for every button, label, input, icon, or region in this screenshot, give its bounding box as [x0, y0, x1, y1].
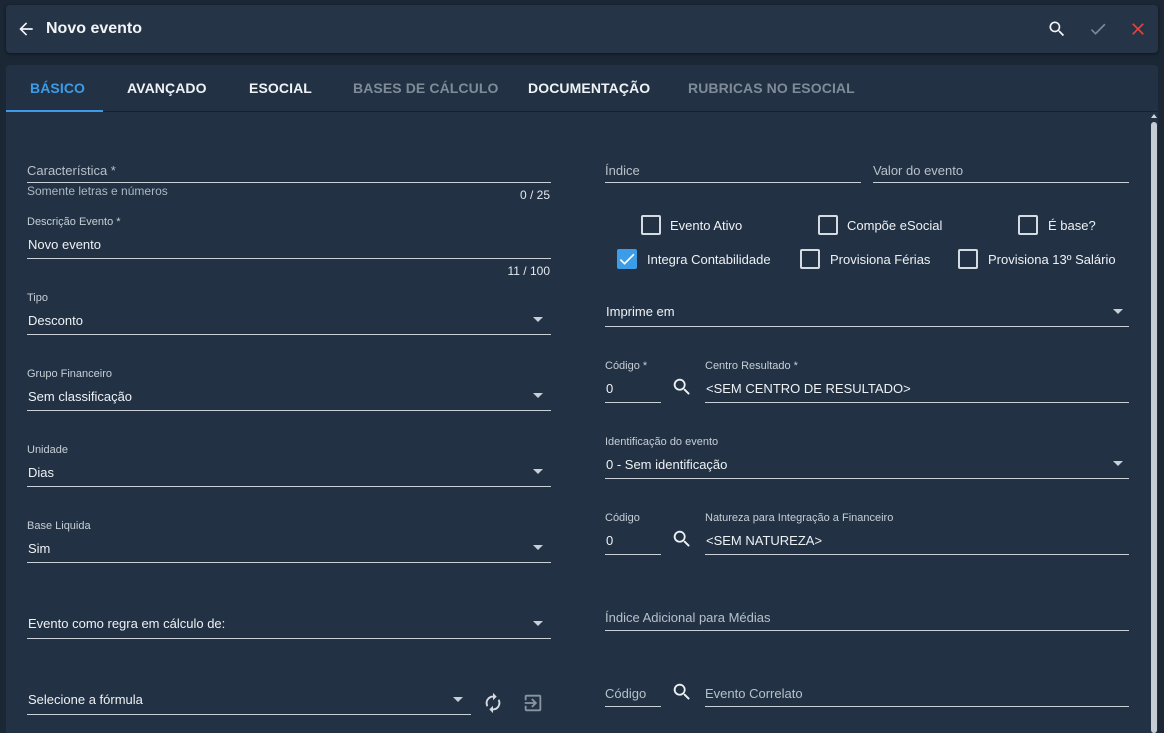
- tipo-select[interactable]: Tipo Desconto: [27, 289, 551, 335]
- tab-avancado[interactable]: AVANÇADO: [127, 80, 207, 96]
- base-liquida-select[interactable]: Base Liquida Sim: [27, 517, 551, 563]
- centro-resultado-value: <SEM CENTRO DE RESULTADO>: [706, 381, 911, 396]
- valor-evento-label: Valor do evento: [873, 163, 964, 178]
- correlato-codigo-label: Código: [605, 686, 647, 701]
- integra-contabilidade-label[interactable]: Integra Contabilidade: [647, 252, 771, 267]
- evento-correlato-label: Evento Correlato: [705, 686, 803, 701]
- chevron-down-icon[interactable]: [453, 697, 463, 702]
- tab-bar: BÁSICO AVANÇADO ESOCIAL BASES DE CÁLCULO…: [6, 65, 1158, 112]
- tipo-label: Tipo: [27, 292, 48, 304]
- search-icon[interactable]: [1047, 19, 1067, 39]
- form-card: BÁSICO AVANÇADO ESOCIAL BASES DE CÁLCULO…: [6, 65, 1158, 733]
- grupo-financeiro-label: Grupo Financeiro: [27, 368, 112, 380]
- descricao-evento-label: Descrição Evento *: [27, 216, 121, 228]
- page-title: Novo evento: [46, 20, 143, 37]
- centro-resultado-field[interactable]: Centro Resultado * <SEM CENTRO DE RESULT…: [705, 357, 1129, 403]
- chevron-down-icon[interactable]: [533, 317, 543, 322]
- imprime-em-select[interactable]: Imprime em: [605, 295, 1129, 327]
- formula-placeholder: Selecione a fórmula: [28, 692, 143, 707]
- check-icon: [619, 253, 635, 265]
- caracteristica-field[interactable]: Característica *: [27, 157, 551, 183]
- natureza-field[interactable]: Natureza para Integração a Financeiro <S…: [705, 509, 1129, 555]
- tab-basico[interactable]: BÁSICO: [30, 80, 85, 96]
- provisiona-13-salario-label[interactable]: Provisiona 13º Salário: [988, 252, 1116, 267]
- evento-regra-placeholder: Evento como regra em cálculo de:: [28, 616, 226, 631]
- identificacao-evento-label: Identificação do evento: [605, 436, 719, 448]
- active-tab-indicator: [6, 110, 103, 112]
- indice-label: Índice: [605, 163, 640, 178]
- identificacao-evento-value: 0 - Sem identificação: [606, 457, 728, 472]
- compoe-esocial-label[interactable]: Compõe eSocial: [847, 218, 942, 233]
- provisiona-13-salario-checkbox[interactable]: [958, 249, 978, 269]
- tab-bases-de-calculo[interactable]: BASES DE CÁLCULO: [353, 80, 499, 96]
- descricao-evento-input[interactable]: Novo evento: [28, 237, 101, 252]
- scrollbar[interactable]: [1150, 113, 1158, 733]
- top-bar: Novo evento: [6, 5, 1158, 53]
- imprime-em-placeholder: Imprime em: [606, 304, 675, 319]
- identificacao-evento-select[interactable]: Identificação do evento 0 - Sem identifi…: [605, 433, 1129, 479]
- natureza-label: Natureza para Integração a Financeiro: [705, 512, 894, 524]
- base-liquida-label: Base Liquida: [27, 520, 91, 532]
- tipo-value: Desconto: [28, 313, 83, 328]
- e-base-checkbox[interactable]: [1018, 215, 1038, 235]
- chevron-down-icon[interactable]: [533, 469, 543, 474]
- indice-adicional-field[interactable]: Índice Adicional para Médias: [605, 603, 1129, 631]
- centro-resultado-label: Centro Resultado *: [705, 360, 798, 372]
- tab-esocial[interactable]: ESOCIAL: [249, 80, 312, 96]
- search-icon[interactable]: [671, 681, 693, 703]
- natureza-codigo-field[interactable]: Código 0: [605, 509, 661, 555]
- provisiona-ferias-label[interactable]: Provisiona Férias: [830, 252, 930, 267]
- valor-evento-field[interactable]: Valor do evento: [873, 157, 1129, 183]
- arrow-left-icon[interactable]: [16, 19, 36, 39]
- provisiona-ferias-checkbox[interactable]: [800, 249, 820, 269]
- natureza-codigo-label: Código: [605, 512, 640, 524]
- natureza-codigo-input[interactable]: 0: [606, 533, 613, 548]
- correlato-codigo-field[interactable]: Código: [605, 679, 661, 707]
- caracteristica-label: Característica *: [27, 163, 116, 178]
- e-base-label[interactable]: É base?: [1048, 218, 1096, 233]
- unidade-value: Dias: [28, 465, 55, 480]
- open-formula-icon[interactable]: [522, 692, 544, 714]
- compoe-esocial-checkbox[interactable]: [818, 215, 838, 235]
- chevron-down-icon[interactable]: [1113, 309, 1123, 314]
- scroll-up-arrow-icon[interactable]: [1151, 114, 1157, 118]
- centro-codigo-label: Código *: [605, 360, 648, 372]
- caracteristica-hint: Somente letras e números: [27, 184, 168, 198]
- indice-field[interactable]: Índice: [605, 157, 861, 183]
- refresh-icon[interactable]: [482, 692, 504, 714]
- chevron-down-icon[interactable]: [533, 545, 543, 550]
- scrollbar-thumb[interactable]: [1151, 122, 1157, 733]
- tab-rubricas-no-esocial[interactable]: RUBRICAS NO ESOCIAL: [688, 80, 855, 96]
- unidade-label: Unidade: [27, 444, 68, 456]
- chevron-down-icon[interactable]: [533, 621, 543, 626]
- grupo-financeiro-value: Sem classificação: [28, 389, 133, 404]
- base-liquida-value: Sim: [28, 541, 51, 556]
- integra-contabilidade-checkbox[interactable]: [617, 249, 637, 269]
- formula-select[interactable]: Selecione a fórmula: [27, 683, 471, 715]
- evento-regra-select[interactable]: Evento como regra em cálculo de:: [27, 607, 551, 639]
- tab-documentacao[interactable]: DOCUMENTAÇÃO: [528, 80, 650, 96]
- unidade-select[interactable]: Unidade Dias: [27, 441, 551, 487]
- descricao-evento-field[interactable]: Descrição Evento * Novo evento: [27, 213, 551, 259]
- evento-ativo-label[interactable]: Evento Ativo: [670, 218, 742, 233]
- natureza-value: <SEM NATUREZA>: [706, 533, 823, 548]
- evento-correlato-field[interactable]: Evento Correlato: [705, 679, 1129, 707]
- close-icon[interactable]: [1128, 19, 1148, 39]
- grupo-financeiro-select[interactable]: Grupo Financeiro Sem classificação: [27, 365, 551, 411]
- descricao-evento-counter: 11 / 100: [507, 264, 550, 278]
- indice-adicional-label: Índice Adicional para Médias: [605, 610, 771, 625]
- search-icon[interactable]: [671, 528, 693, 550]
- chevron-down-icon[interactable]: [533, 393, 543, 398]
- centro-codigo-field[interactable]: Código * 0: [605, 357, 661, 403]
- caracteristica-counter: 0 / 25: [519, 188, 550, 202]
- search-icon[interactable]: [671, 376, 693, 398]
- evento-ativo-checkbox[interactable]: [641, 215, 661, 235]
- centro-codigo-input[interactable]: 0: [606, 381, 613, 396]
- chevron-down-icon[interactable]: [1113, 461, 1123, 466]
- check-icon[interactable]: [1088, 19, 1108, 39]
